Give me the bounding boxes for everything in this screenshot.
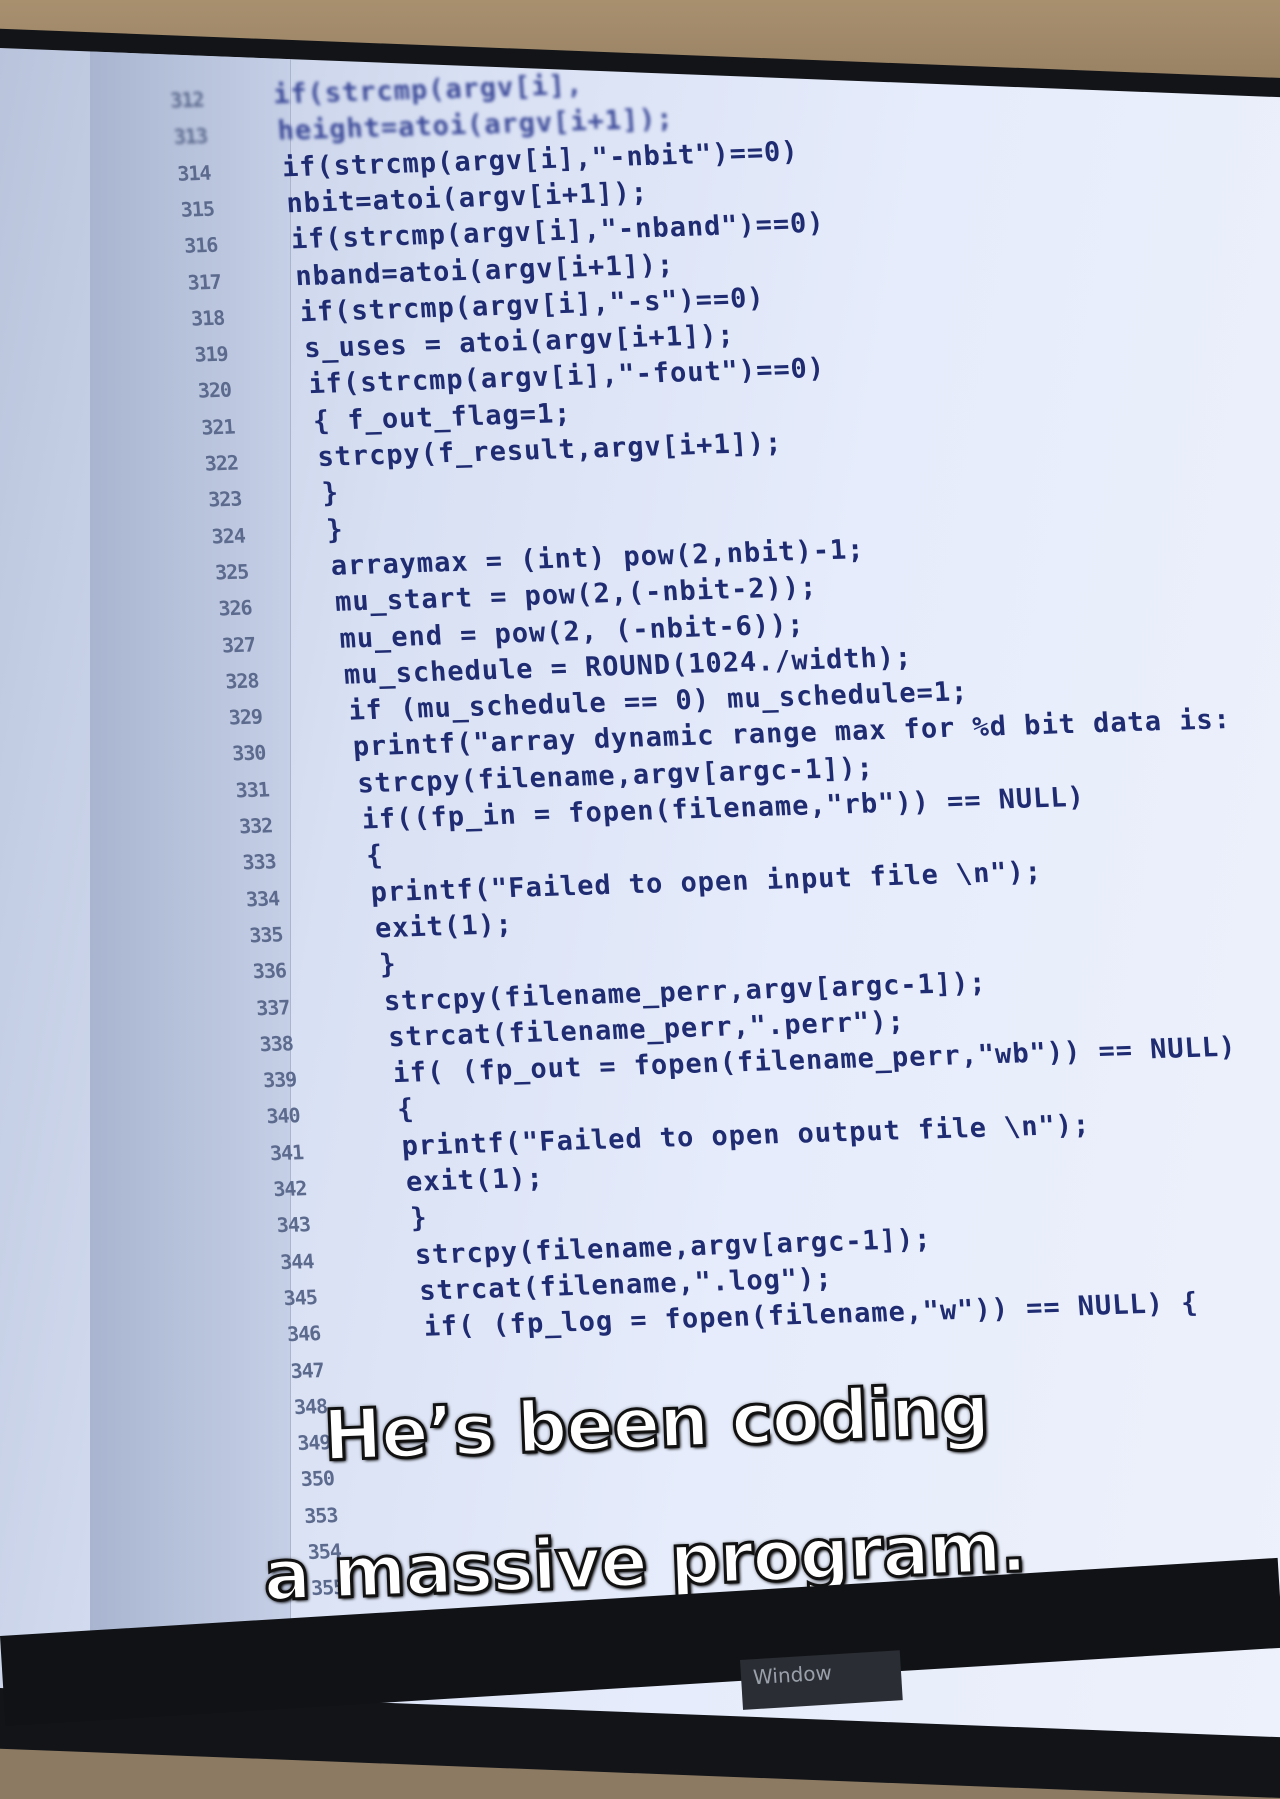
line-number: 316 xyxy=(183,232,219,258)
code-text: { xyxy=(365,840,385,872)
line-number: 333 xyxy=(241,849,277,875)
line-number: 338 xyxy=(258,1031,294,1057)
line-number: 330 xyxy=(231,740,267,766)
line-number: 321 xyxy=(200,414,236,440)
code-text: exit(1); xyxy=(373,908,514,945)
line-number: 319 xyxy=(193,341,229,367)
line-number: 315 xyxy=(179,196,215,222)
line-number: 343 xyxy=(275,1212,311,1238)
line-number: 342 xyxy=(272,1176,308,1202)
line-number: 353 xyxy=(303,1502,339,1528)
code-text: { xyxy=(396,1093,416,1126)
line-number: 345 xyxy=(282,1284,318,1311)
line-number: 348 xyxy=(293,1393,328,1419)
line-number: 312 xyxy=(169,87,205,113)
line-number: 334 xyxy=(245,885,280,911)
line-number: 322 xyxy=(203,450,239,476)
code-text: if(strcmp(argv[i], xyxy=(272,69,585,111)
line-number: 314 xyxy=(176,160,212,186)
line-number: 325 xyxy=(214,559,249,585)
code-text: } xyxy=(320,477,341,510)
line-number: 346 xyxy=(286,1321,322,1347)
line-number: 320 xyxy=(197,377,232,404)
code-text: } xyxy=(378,948,398,981)
code-editor-screen: 312 if(strcmp(argv[i], 313 height=atoi(argv… xyxy=(0,48,1280,1738)
line-number: 324 xyxy=(210,523,246,549)
code-text: exit(1); xyxy=(404,1162,545,1199)
line-number: 331 xyxy=(234,777,270,803)
line-number: 339 xyxy=(262,1067,298,1093)
line-number: 341 xyxy=(269,1139,304,1165)
line-number: 313 xyxy=(173,124,208,150)
line-number: 350 xyxy=(300,1466,335,1492)
line-number: 349 xyxy=(296,1430,332,1456)
code-text: } xyxy=(409,1202,429,1235)
line-number: 328 xyxy=(224,668,260,694)
code-text: } xyxy=(325,513,345,546)
line-number: 347 xyxy=(289,1357,325,1383)
line-number: 332 xyxy=(238,813,273,839)
line-number: 318 xyxy=(190,305,225,331)
line-number: 344 xyxy=(279,1248,315,1274)
line-number: 336 xyxy=(251,958,287,984)
line-number: 323 xyxy=(207,486,243,512)
line-number: 340 xyxy=(265,1103,301,1129)
line-number: 326 xyxy=(217,595,253,621)
window-tab[interactable]: Window xyxy=(740,1650,903,1710)
line-number: 337 xyxy=(255,994,291,1020)
line-number: 327 xyxy=(221,631,256,657)
line-number: 329 xyxy=(227,704,263,730)
line-number: 317 xyxy=(186,269,222,295)
line-number: 335 xyxy=(248,922,284,948)
